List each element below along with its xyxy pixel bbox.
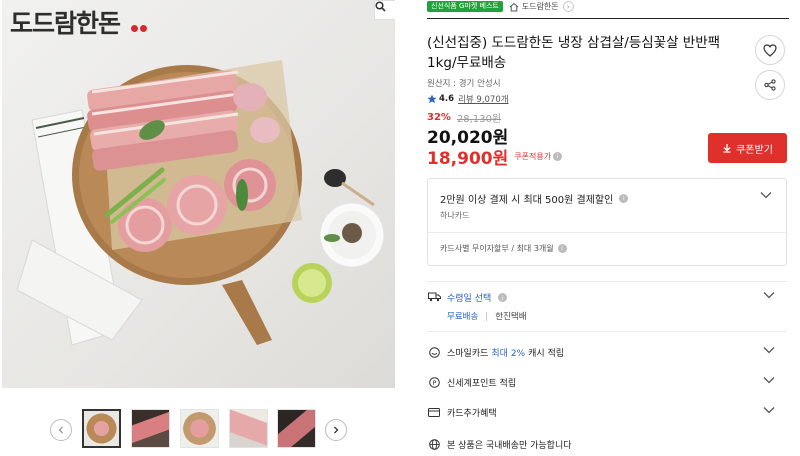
domestic-shipping-notice: 본 상품은 국내배송만 가능합니다	[427, 434, 787, 454]
brand-logo-dots	[131, 17, 149, 36]
chevron-right-icon: ›	[562, 1, 574, 12]
home-icon	[509, 2, 519, 11]
product-info-panel: 신선식품 G마켓 베스트 도드람한돈 › (신선집중) 도드람한돈 냉장 삼겹살…	[427, 0, 789, 456]
shinsegae-point-label: 신세계포인트 적립	[447, 378, 517, 389]
brand-logo: 도드람한돈	[10, 9, 121, 38]
origin-text: 원산지 : 경기 안성시	[427, 79, 501, 89]
shipping-date-label[interactable]: 수령일 선택	[447, 291, 491, 304]
installment-row: 카드사별 무이자할부 / 최대 3개월 i	[440, 243, 567, 254]
smile-card-row[interactable]: 스마일카드 최대 2% 캐시 적립	[427, 342, 787, 362]
coupon-download-label: 쿠폰받기	[736, 144, 773, 156]
chevron-down-icon[interactable]	[763, 376, 775, 384]
point-icon: P	[427, 375, 441, 389]
share-button[interactable]	[755, 70, 785, 100]
thumbnail-2[interactable]	[131, 409, 170, 448]
info-icon[interactable]: i	[619, 194, 629, 203]
rating-score: 4.6	[439, 94, 455, 104]
card-name: 하나카드	[440, 211, 470, 220]
info-icon[interactable]: i	[495, 290, 509, 304]
thumbnail-4[interactable]	[229, 409, 268, 448]
separator	[486, 311, 488, 321]
product-main-image[interactable]: 도드람한돈	[2, 0, 395, 388]
card-benefit-box[interactable]: 2만원 이상 결제 시 최대 500원 결제할인 i 하나카드 카드사별 무이자…	[427, 178, 787, 266]
card-box-divider	[428, 232, 786, 233]
coupon-price: 18,900원	[427, 149, 509, 169]
globe-icon	[427, 437, 441, 451]
thumbnail-next-button[interactable]	[325, 419, 347, 441]
info-icon[interactable]: i	[557, 244, 567, 253]
smile-card-suffix: 캐시 적립	[528, 348, 565, 359]
domestic-shipping-text: 본 상품은 국내배송만 가능합니다	[447, 440, 572, 451]
search-icon	[375, 1, 386, 12]
carrier-name: 한진택배	[495, 312, 527, 322]
chevron-down-icon[interactable]	[760, 191, 772, 199]
product-photo	[16, 60, 385, 346]
shop-link[interactable]: 도드람한돈 ›	[509, 1, 574, 12]
product-page: 도드람한돈 신선식품 G마켓 베스트 도드람한돈 › (신선집중) 도드람한돈 …	[0, 0, 800, 456]
free-shipping-label: 무료배송	[447, 312, 479, 322]
header-divider	[427, 18, 789, 19]
credit-card-icon	[427, 405, 441, 419]
chevron-down-icon[interactable]	[763, 291, 775, 299]
truck-icon	[427, 290, 441, 304]
thumbnail-strip	[0, 402, 395, 454]
chevron-down-icon[interactable]	[763, 406, 775, 414]
zoom-button[interactable]	[374, 0, 395, 20]
best-badge[interactable]: 신선식품 G마켓 베스트	[427, 1, 503, 12]
installment-text: 카드사별 무이자할부 / 최대 3개월	[440, 244, 554, 253]
rating-row: 4.6 리뷰 9,070개	[427, 93, 509, 105]
discount-percent: 32%	[427, 112, 451, 123]
shipping-detail-row: 무료배송 한진택배	[447, 310, 527, 322]
thumbnail-prev-button[interactable]	[50, 419, 72, 441]
smile-card-highlight: 최대 2%	[491, 348, 526, 359]
product-title: (신선집중) 도드람한돈 냉장 삼겹살/등심꽃살 반반팩 1kg/무료배송	[427, 35, 721, 71]
share-icon	[764, 79, 776, 91]
shop-name: 도드람한돈	[521, 2, 559, 11]
coupon-price-row: 18,900원 쿠폰적용가 i	[427, 144, 563, 169]
thumbnail-5[interactable]	[277, 409, 316, 448]
review-link[interactable]: 리뷰 9,070개	[458, 93, 509, 105]
shinsegae-point-row[interactable]: P 신세계포인트 적립	[427, 372, 787, 392]
thumbnail-3[interactable]	[180, 409, 219, 448]
chevron-down-icon[interactable]	[763, 346, 775, 354]
coupon-download-button[interactable]: 쿠폰받기	[708, 133, 787, 163]
card-benefit-headline-row: 2만원 이상 결제 시 최대 500원 결제할인 i	[440, 191, 629, 206]
chevron-left-icon	[58, 426, 63, 434]
shipping-row[interactable]: 수령일 선택 i	[427, 287, 787, 307]
star-icon	[427, 94, 437, 104]
smile-icon	[427, 345, 441, 359]
section-divider	[427, 331, 787, 332]
card-benefit-headline: 2만원 이상 결제 시 최대 500원 결제할인	[440, 195, 614, 206]
wishlist-button[interactable]	[755, 35, 785, 65]
svg-text:P: P	[432, 379, 436, 387]
info-icon[interactable]: i	[553, 152, 563, 161]
section-divider	[427, 281, 787, 282]
tag-row: 신선식품 G마켓 베스트 도드람한돈 ›	[427, 0, 574, 13]
coupon-price-label: 쿠폰적용가	[514, 152, 552, 161]
chevron-right-icon	[334, 426, 339, 434]
download-icon	[723, 144, 731, 153]
heart-icon	[763, 43, 777, 57]
card-extra-benefit-label: 카드추가혜택	[447, 408, 497, 419]
smile-card-label: 스마일카드	[447, 348, 489, 359]
thumbnail-1[interactable]	[82, 409, 121, 448]
card-extra-benefit-row[interactable]: 카드추가혜택	[427, 402, 787, 422]
